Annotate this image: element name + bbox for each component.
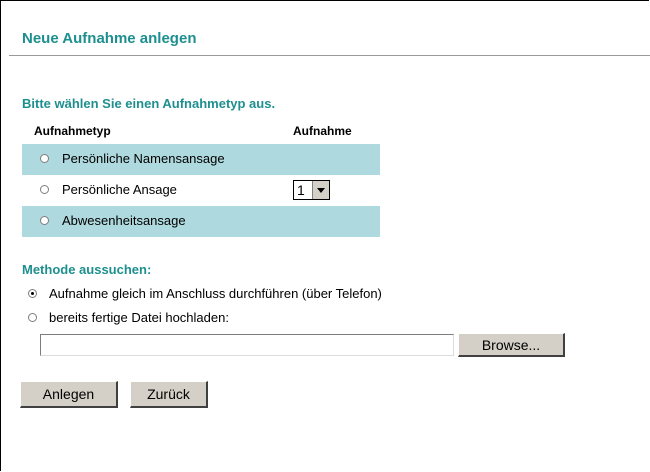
create-button[interactable]: Anlegen <box>20 381 118 408</box>
method-radio-upload[interactable] <box>28 313 37 322</box>
type-radio-name-announcement[interactable] <box>40 154 49 163</box>
method-option-label: Aufnahme gleich im Anschluss durchführen… <box>49 286 382 301</box>
recording-select[interactable]: 1 <box>293 180 330 200</box>
method-option-label: bereits fertige Datei hochladen: <box>49 310 229 325</box>
method-section-heading: Methode aussuchen: <box>22 262 152 277</box>
type-option-label: Persönliche Ansage <box>62 182 177 197</box>
browse-button[interactable]: Browse... <box>458 333 565 357</box>
type-radio-personal-announcement[interactable] <box>40 185 49 194</box>
type-option-row[interactable]: Abwesenheitsansage <box>22 206 380 237</box>
column-header-type: Aufnahmetyp <box>34 124 111 138</box>
file-path-input[interactable] <box>40 334 454 356</box>
method-radio-phone[interactable] <box>28 289 37 298</box>
title-divider <box>9 55 650 56</box>
recording-select-value: 1 <box>297 182 305 198</box>
column-header-recording: Aufnahme <box>293 124 352 138</box>
type-option-label: Abwesenheitsansage <box>62 213 186 228</box>
back-button[interactable]: Zurück <box>130 381 208 408</box>
type-radio-absence-announcement[interactable] <box>40 216 49 225</box>
type-option-row[interactable]: Persönliche Namensansage <box>22 144 380 175</box>
type-option-row[interactable]: Persönliche Ansage 1 <box>22 175 380 206</box>
type-option-label: Persönliche Namensansage <box>62 151 225 166</box>
chevron-down-icon[interactable] <box>312 181 329 199</box>
page-title: Neue Aufnahme anlegen <box>22 30 197 47</box>
type-section-heading: Bitte wählen Sie einen Aufnahmetyp aus. <box>22 96 276 111</box>
